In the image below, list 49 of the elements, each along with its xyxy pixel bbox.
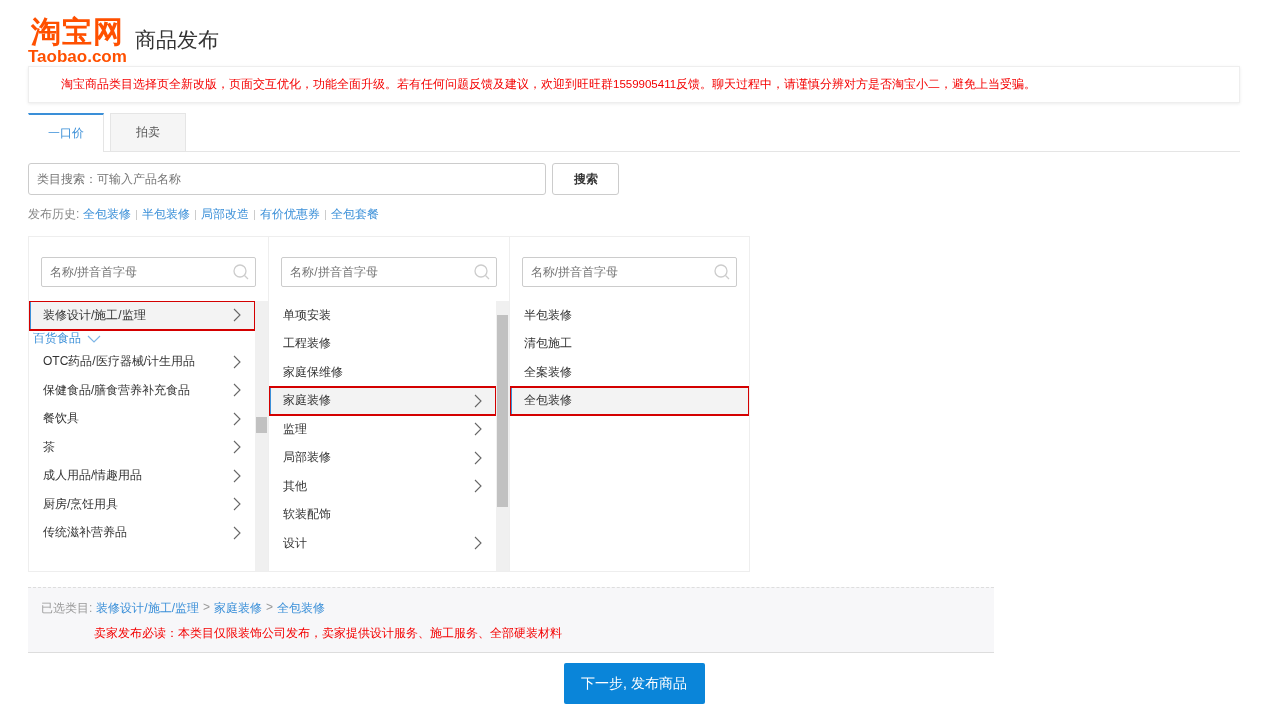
scrollbar[interactable] — [255, 301, 269, 571]
next-button[interactable]: 下一步, 发布商品 — [563, 663, 705, 704]
category-item[interactable]: 传统滋补营养品 — [29, 518, 256, 547]
chevron-down-icon — [87, 334, 101, 343]
history-link[interactable]: 局部改造 — [201, 206, 250, 223]
category-item[interactable]: 局部装修 — [269, 443, 496, 472]
category-item[interactable]: 茶 — [29, 433, 256, 462]
page-title: 商品发布 — [134, 27, 219, 53]
category-item[interactable]: 软装配饰 — [269, 500, 496, 529]
scrollbar[interactable] — [495, 301, 509, 571]
warning-text: 卖家发布必读：本类目仅限装饰公司发布，卖家提供设计服务、施工服务、全部硬装材料 — [94, 625, 563, 642]
category-item[interactable]: 工程装修 — [269, 329, 496, 358]
search-icon — [473, 264, 490, 280]
category-item[interactable]: 全案装修 — [509, 358, 749, 387]
path-separator: > — [266, 600, 274, 616]
category-item[interactable]: 家庭装修 — [269, 386, 496, 415]
history-label: 发布历史: — [28, 206, 80, 223]
notice-banner: 淘宝商品类目选择页全新改版，页面交互优化，功能全面升级。若有任何问题反馈及建议，欢迎到旺旺群1559905411反馈。聊天过程中，请谨慎分辨对方是否淘宝小二，避免上当受骗。 — [28, 66, 1240, 103]
category-item[interactable]: 厨房/烹饪用具 — [29, 490, 256, 519]
search-button[interactable]: 搜索 — [552, 163, 619, 195]
category-item[interactable]: 设计 — [269, 529, 496, 558]
category-item[interactable]: 清包施工 — [509, 329, 749, 358]
category-item[interactable]: 装修设计/施工/监理 — [29, 301, 256, 330]
history-link[interactable]: 半包装修 — [142, 206, 191, 223]
filter-field[interactable]: 名称/拼音首字母 — [41, 257, 257, 287]
history-link[interactable]: 全包套餐 — [331, 206, 380, 223]
path-separator: > — [203, 600, 211, 616]
category-item[interactable]: 家庭保维修 — [269, 358, 496, 387]
search-field[interactable]: 类目搜索：可输入产品名称 — [28, 163, 546, 195]
filter-field[interactable]: 名称/拼音首字母 — [281, 257, 497, 287]
category-item[interactable]: 成人用品/情趣用品 — [29, 461, 256, 490]
category-group[interactable]: 百货食品 — [29, 329, 256, 348]
filter-field[interactable]: 名称/拼音首字母 — [521, 257, 737, 287]
history-link[interactable]: 有价优惠券 — [260, 206, 321, 223]
category-item[interactable]: 其他 — [269, 472, 496, 501]
history-link[interactable]: 全包装修 — [83, 206, 132, 223]
category-item[interactable]: 全包装修 — [509, 386, 749, 415]
tab[interactable]: 拍卖 — [110, 113, 186, 151]
search-icon — [714, 264, 730, 280]
selection-label: 已选类目: — [41, 600, 93, 617]
group-label: 百货食品 — [33, 330, 81, 347]
tab[interactable]: 一口价 — [28, 113, 104, 152]
category-item[interactable]: 餐饮具 — [29, 404, 256, 433]
category-item[interactable]: 保健食品/膳食营养补充食品 — [29, 376, 256, 405]
category-item[interactable]: 监理 — [269, 415, 496, 444]
category-item[interactable]: 单项安装 — [269, 301, 496, 330]
category-item[interactable]: OTC药品/医疗器械/计生用品 — [29, 347, 256, 376]
search-icon — [233, 264, 250, 280]
category-item[interactable]: 半包装修 — [509, 301, 749, 330]
